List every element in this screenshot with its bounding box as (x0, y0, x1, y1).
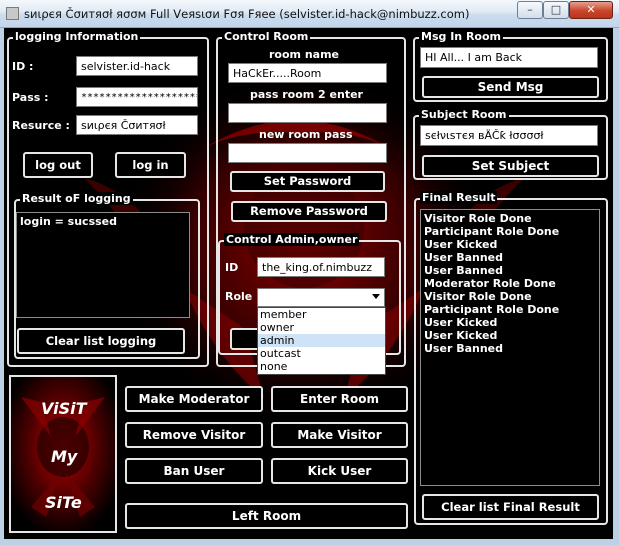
role-option-member[interactable]: member (258, 308, 385, 321)
list-item[interactable]: User Kicked (424, 329, 596, 342)
my-text: My (51, 447, 78, 466)
resurce-input[interactable]: ѕиιρєя Čσитяσł (76, 115, 198, 135)
minimize-button[interactable]: – (517, 1, 543, 19)
set-password-button[interactable]: Set Password (230, 171, 385, 192)
window-frame-bottom (0, 539, 619, 545)
resurce-label: Resurce : (12, 119, 70, 132)
admin-id-label: ID (225, 261, 239, 274)
title-bar: ѕиιρєя Čσитяσł яσσм Full Vеяѕισи Fσя Fяе… (0, 0, 619, 28)
set-subject-button[interactable]: Set Subject (422, 155, 599, 177)
role-option-outcast[interactable]: outcast (258, 347, 385, 360)
remove-visitor-button[interactable]: Remove Visitor (125, 422, 263, 448)
pass-room-label: pass room 2 enter (250, 88, 363, 101)
room-name-label: room name (269, 48, 340, 61)
maximize-button[interactable]: □ (543, 1, 569, 19)
admin-id-input[interactable]: the_king.of.nimbuzz (257, 257, 385, 277)
chevron-down-icon[interactable] (372, 294, 380, 299)
client-area: logging Information ID : selvister.id-ha… (4, 28, 613, 539)
send-msg-button[interactable]: Send Msg (422, 76, 599, 98)
app-icon (6, 7, 19, 20)
list-item[interactable]: User Kicked (424, 316, 596, 329)
clear-list-logging-button[interactable]: Clear list logging (17, 328, 185, 354)
login-button[interactable]: log in (115, 152, 186, 178)
control-admin-title: Control Admin,owner (224, 233, 360, 246)
role-apply-button[interactable] (230, 328, 260, 350)
list-item[interactable]: Visitor Role Done (424, 290, 596, 303)
control-room-title: Control Room (222, 30, 311, 43)
room-name-input[interactable]: HaCkEr.....Room (228, 63, 387, 83)
logging-information-title: logging Information (13, 30, 141, 43)
final-result-title: Final Result (420, 191, 498, 204)
pass-room-input[interactable] (228, 103, 387, 123)
result-logging-title: Result oF logging (20, 192, 133, 205)
list-item[interactable]: Moderator Role Done (424, 277, 596, 290)
make-moderator-button[interactable]: Make Moderator (125, 386, 263, 412)
window-frame-right (613, 28, 619, 545)
list-item[interactable]: User Banned (424, 264, 596, 277)
subject-room-title: Subject Room (419, 108, 509, 121)
make-visitor-button[interactable]: Make Visitor (271, 422, 408, 448)
kick-user-button[interactable]: Kick User (271, 458, 408, 484)
role-label: Role (225, 290, 253, 303)
list-item[interactable]: User Kicked (424, 238, 596, 251)
msg-input[interactable]: HI All... I am Back (420, 47, 598, 68)
subject-input[interactable]: ѕєłνιѕтєя вÄČƙ łσσσσł (420, 125, 598, 146)
msg-in-room-title: Msg In Room (419, 30, 503, 43)
logout-button[interactable]: log out (23, 152, 93, 178)
role-dropdown-list[interactable]: member owner admin outcast none (257, 307, 386, 375)
list-item[interactable]: Participant Role Done (424, 225, 596, 238)
new-room-pass-input[interactable] (228, 143, 387, 163)
id-label: ID : (12, 60, 34, 73)
list-item[interactable]: Participant Role Done (424, 303, 596, 316)
new-room-pass-label: new room pass (259, 128, 353, 141)
result-logging-list[interactable]: login = sucssed (16, 212, 190, 318)
role-option-none[interactable]: none (258, 360, 385, 373)
list-item[interactable]: Visitor Role Done (424, 212, 596, 225)
visit-text: ViSiT (41, 399, 87, 418)
id-input[interactable]: selvister.id-hack (76, 56, 198, 76)
list-item[interactable]: User Banned (424, 342, 596, 355)
enter-room-button[interactable]: Enter Room (271, 386, 408, 412)
pass-label: Pass : (12, 91, 49, 104)
list-item[interactable]: User Banned (424, 251, 596, 264)
window-title: ѕиιρєя Čσитяσł яσσм Full Vеяѕισи Fσя Fяе… (24, 7, 470, 21)
left-room-button[interactable]: Left Room (125, 503, 408, 529)
final-result-list[interactable]: Visitor Role Done Participant Role Done … (420, 209, 600, 486)
list-item[interactable]: login = sucssed (20, 215, 186, 228)
remove-password-button[interactable]: Remove Password (231, 201, 387, 222)
role-select[interactable] (257, 288, 385, 307)
pass-input[interactable]: ******************** (76, 87, 198, 107)
ban-user-button[interactable]: Ban User (125, 458, 263, 484)
close-button[interactable]: ✕ (569, 1, 613, 19)
role-option-owner[interactable]: owner (258, 321, 385, 334)
clear-list-final-result-button[interactable]: Clear list Final Result (422, 494, 599, 520)
site-text: SiTe (45, 493, 82, 512)
visit-site-banner[interactable]: ViSiT My SiTe (9, 375, 117, 533)
role-option-admin[interactable]: admin (258, 334, 385, 347)
